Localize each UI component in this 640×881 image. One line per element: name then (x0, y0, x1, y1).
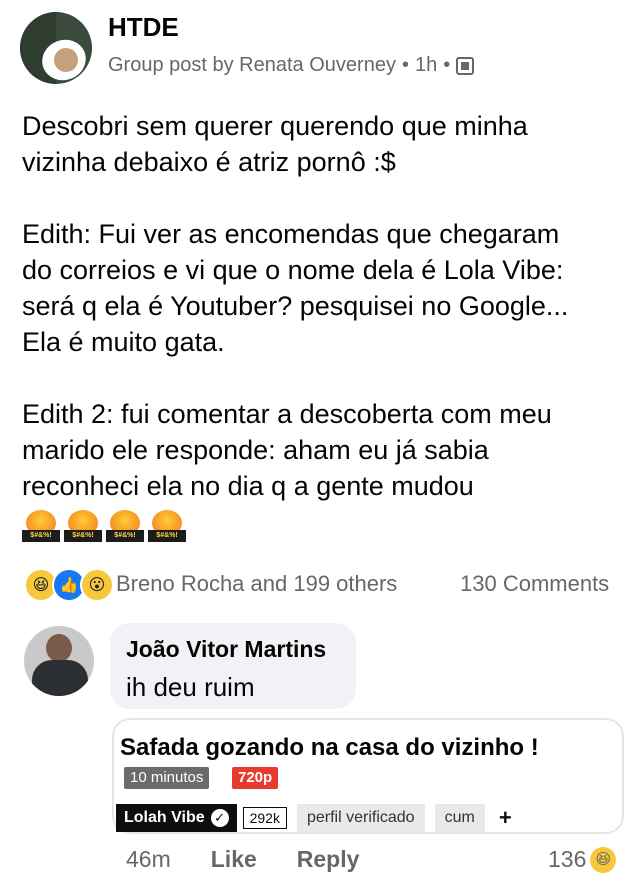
wow-icon: 😮 (80, 568, 114, 602)
duration-badge: 10 minutos (124, 767, 210, 789)
reaction-icons[interactable]: 😆 👍 😮 (24, 568, 114, 602)
add-tag-button[interactable]: + (499, 805, 512, 831)
rage-emoji-icon: $#&%! (106, 510, 146, 544)
rage-emoji-icon: $#&%! (148, 510, 188, 544)
post-text: Descobri sem querer querendo que minha v… (22, 111, 569, 501)
audience-icon (456, 56, 475, 75)
comment-time: 46m (126, 846, 171, 872)
quality-badge: 720p (232, 767, 279, 789)
post-meta: Group post by Renata Ouverney • 1h • (108, 54, 475, 77)
meta-separator: • (401, 54, 409, 76)
channel-name-label: Lolah Vibe (124, 809, 205, 826)
group-name[interactable]: HTDE (108, 12, 179, 43)
video-title[interactable]: Safada gozando na casa do vizinho ! (120, 734, 539, 762)
verified-profile-chip[interactable]: perfil verificado (296, 804, 425, 832)
rage-emoji-label: $#&%! (148, 530, 186, 542)
channel-name[interactable]: Lolah Vibe ✓ (116, 804, 237, 832)
like-button[interactable]: Like (211, 846, 257, 873)
rage-emoji-label: $#&%! (106, 530, 144, 542)
rage-emoji-icon: $#&%! (64, 510, 104, 544)
tag-chip[interactable]: cum (434, 804, 485, 832)
reaction-names[interactable]: Breno Rocha and 199 others (116, 571, 397, 597)
comment-actions: 46m Like Reply (126, 846, 359, 873)
rage-emoji-label: $#&%! (22, 530, 60, 542)
comment-reaction-count: 136 (548, 846, 587, 872)
reply-button[interactable]: Reply (297, 846, 360, 873)
group-avatar[interactable] (20, 12, 92, 84)
meta-separator: • (443, 54, 451, 76)
comment-author[interactable]: João Vitor Martins (126, 636, 326, 663)
post-author-line[interactable]: Group post by Renata Ouverney (108, 54, 396, 77)
subscriber-count: 292k (242, 807, 287, 829)
rage-emoji-row: $#&%! $#&%! $#&%! $#&%! (22, 510, 188, 544)
channel-row: Lolah Vibe ✓ 292k perfil verificado cum … (116, 804, 512, 832)
verified-icon: ✓ (210, 809, 229, 827)
haha-icon: 😆 (590, 846, 617, 873)
rage-emoji-label: $#&%! (64, 530, 102, 542)
rage-emoji-icon: $#&%! (22, 510, 62, 544)
comment-reactions[interactable]: 136 😆 (548, 846, 617, 873)
comment-text: ih deu ruim (126, 672, 255, 702)
group-avatar-face (54, 48, 78, 72)
comments-count[interactable]: 130 Comments (460, 571, 609, 597)
commenter-avatar[interactable] (24, 626, 94, 696)
post-time[interactable]: 1h (415, 54, 437, 77)
